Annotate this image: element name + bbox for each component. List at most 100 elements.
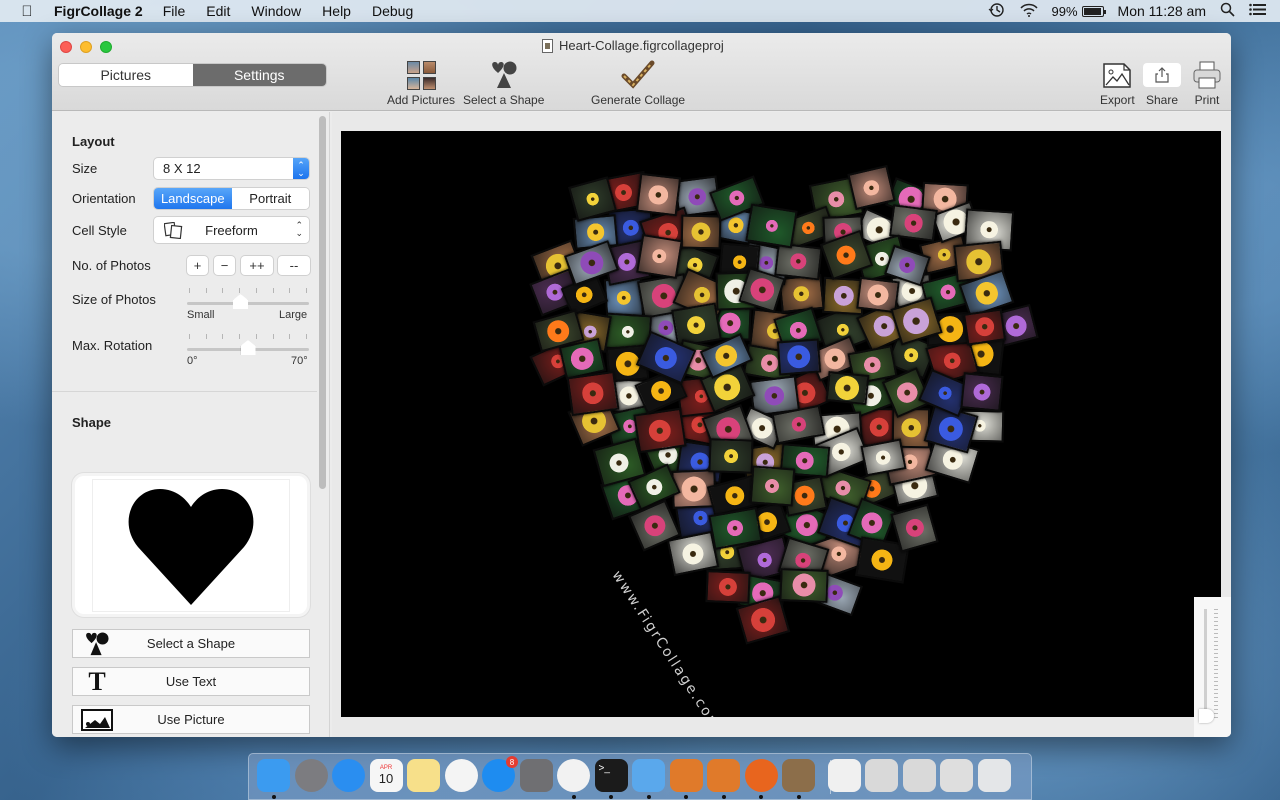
flower-image — [584, 190, 601, 207]
collage-photo[interactable] — [680, 214, 722, 250]
menu-file[interactable]: File — [163, 3, 186, 19]
wifi-icon[interactable] — [1019, 3, 1038, 20]
running-indicator — [721, 795, 726, 799]
flower-image — [586, 222, 606, 243]
sidebar-scrollbar[interactable] — [319, 116, 326, 489]
dock-prov-file[interactable] — [827, 759, 861, 792]
rotation-max-label: 70° — [291, 355, 308, 367]
flower-image — [800, 220, 817, 236]
size-of-photos-label: Size of Photos — [72, 292, 156, 307]
dock-trash[interactable] — [977, 759, 1011, 792]
menu-app-name[interactable]: FigrCollage 2 — [54, 3, 143, 19]
size-stepper-icon[interactable]: ⌃ ⌄ — [293, 158, 309, 179]
collage-canvas[interactable]: www.FigrCollage.com — [341, 131, 1221, 717]
add-pictures-button[interactable]: Add Pictures — [387, 59, 455, 107]
collage-photo[interactable] — [960, 372, 1004, 412]
print-button[interactable]: Print — [1193, 59, 1221, 107]
close-button[interactable] — [60, 41, 72, 53]
dock-figrcollage[interactable] — [782, 759, 815, 792]
share-button[interactable]: Share — [1143, 59, 1181, 107]
dock-finder[interactable] — [257, 759, 290, 792]
dock-launchpad[interactable] — [294, 759, 328, 792]
dock-system-preferences[interactable] — [519, 759, 553, 792]
collage-photo[interactable] — [636, 172, 682, 217]
orientation-portrait[interactable]: Portrait — [231, 188, 309, 209]
dock-window-2[interactable] — [902, 759, 936, 792]
collage-photo[interactable] — [744, 203, 798, 249]
collage-photo[interactable] — [774, 242, 823, 281]
window-title: Heart-Collage.figrcollageproj — [542, 38, 724, 53]
flower-image — [893, 379, 921, 407]
time-machine-icon[interactable] — [988, 2, 1006, 21]
cell-style-select[interactable]: Freeform ⌃ ⌄ — [154, 217, 309, 243]
add-many-photos-button[interactable]: ++ — [241, 256, 273, 275]
collage-photo[interactable] — [708, 438, 754, 474]
cell-style-label: Cell Style — [72, 223, 127, 238]
collage-photo[interactable] — [636, 233, 683, 279]
orientation-landscape[interactable]: Landscape — [154, 188, 232, 209]
export-button[interactable]: Export — [1100, 59, 1135, 107]
rotation-slider-knob[interactable] — [240, 340, 256, 355]
tab-pictures[interactable]: Pictures — [59, 64, 193, 86]
collage-photo[interactable] — [749, 465, 795, 507]
dock-photos[interactable] — [444, 759, 478, 792]
flower-image — [870, 547, 895, 573]
size-slider-knob[interactable] — [233, 294, 248, 309]
size-select[interactable]: 8 X 12 ⌃ ⌄ — [154, 158, 309, 179]
shapes-icon — [489, 59, 519, 91]
remove-many-photos-button[interactable]: -- — [278, 256, 310, 275]
select-shape-button-label: Select a Shape — [146, 636, 236, 651]
collage-photo[interactable] — [670, 302, 722, 348]
zoom-button[interactable] — [100, 41, 112, 53]
spotlight-icon[interactable] — [1220, 2, 1235, 20]
flower-image — [747, 275, 778, 305]
dock-firefox[interactable] — [744, 759, 778, 792]
shape-preview[interactable] — [72, 473, 310, 617]
menu-help[interactable]: Help — [322, 3, 351, 19]
dock-chrome[interactable] — [557, 759, 590, 792]
dock-notes[interactable] — [407, 759, 440, 792]
tab-settings[interactable]: Settings — [192, 64, 326, 86]
dock-app-store[interactable]: 8 — [482, 756, 518, 792]
menu-window[interactable]: Window — [251, 3, 301, 19]
dock-xcode[interactable] — [632, 759, 665, 792]
collage-photo[interactable] — [777, 338, 822, 376]
collage-photo[interactable] — [633, 407, 687, 454]
print-label: Print — [1194, 93, 1220, 107]
remove-photo-button[interactable]: − — [214, 256, 235, 275]
flower-image — [651, 343, 681, 373]
dock-pycharm-1[interactable] — [669, 759, 703, 792]
add-pictures-icon — [406, 59, 436, 91]
zoom-slider-knob[interactable] — [1199, 709, 1214, 723]
clock[interactable]: Mon 11:28 am — [1118, 3, 1206, 19]
zoom-slider-track[interactable] — [1204, 609, 1207, 719]
dock-window-3[interactable] — [940, 759, 973, 792]
minimize-button[interactable] — [80, 41, 92, 53]
dock-terminal[interactable]: >_ — [594, 759, 628, 792]
dock-pycharm-2[interactable] — [707, 759, 740, 792]
use-picture-button[interactable]: Use Picture — [72, 705, 310, 734]
collage-photo[interactable] — [825, 371, 870, 406]
share-icon — [1143, 63, 1181, 87]
add-photo-button[interactable]: + — [187, 256, 208, 275]
apple-menu-icon[interactable]:  — [19, 3, 35, 20]
use-text-button[interactable]: T Use Text — [72, 667, 310, 696]
collage-photo[interactable] — [962, 308, 1006, 346]
dock-calendar[interactable]: APR 10 — [369, 759, 403, 792]
dock-window-1[interactable] — [865, 759, 898, 792]
select-shape-button[interactable]: Select a Shape — [72, 629, 310, 658]
battery-status[interactable]: 99% — [1052, 4, 1106, 19]
select-shape-toolbar-button[interactable]: Select a Shape — [463, 59, 544, 107]
menu-debug[interactable]: Debug — [372, 3, 413, 19]
flower-image — [792, 573, 817, 598]
collage-photo[interactable] — [705, 570, 751, 605]
window-title-text: Heart-Collage.figrcollageproj — [559, 38, 724, 53]
notification-center-icon[interactable] — [1249, 3, 1266, 19]
collage-photo[interactable] — [779, 568, 829, 604]
collage-photo[interactable] — [566, 371, 620, 417]
menu-edit[interactable]: Edit — [206, 3, 230, 19]
dock-safari[interactable] — [332, 759, 365, 792]
slider-track — [187, 302, 309, 305]
generate-collage-button[interactable]: Generate Collage — [591, 59, 685, 107]
flower-image — [657, 319, 675, 337]
